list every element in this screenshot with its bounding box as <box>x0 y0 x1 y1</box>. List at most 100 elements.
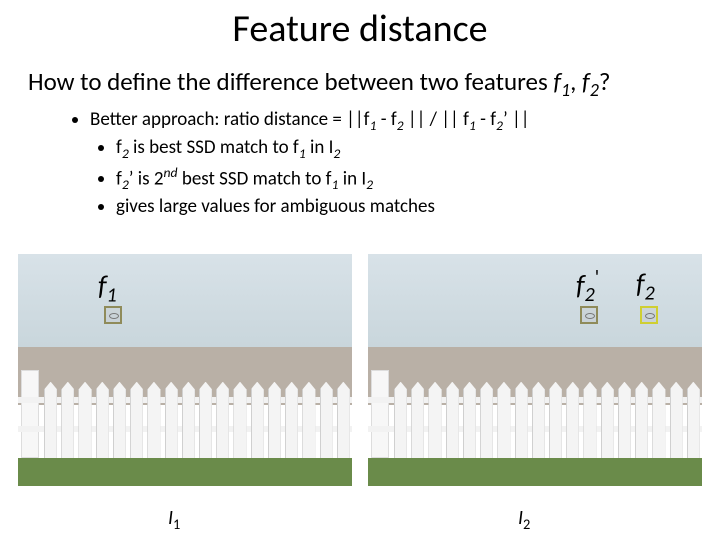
s1c: in I <box>306 136 334 159</box>
bullet-sub1: f2 is best SSD match to f1 in I2 <box>116 135 720 163</box>
fig2-f2prime-label: f2' <box>576 266 599 307</box>
fence-picket <box>394 382 407 459</box>
fence-picket <box>549 382 562 459</box>
s1csub: 2 <box>333 145 340 162</box>
bullet-sub3: gives large values for ambiguous matches <box>116 194 720 220</box>
fence-picket <box>618 382 631 459</box>
fence-picket <box>302 382 315 459</box>
fence-picket <box>96 382 109 459</box>
q-f2: f <box>582 66 590 97</box>
fig2-feature-box-f2prime <box>580 306 598 324</box>
fence-picket <box>130 382 143 459</box>
fig2-caption: I2 <box>518 506 530 533</box>
slide: Feature distance How to define the diffe… <box>0 6 720 540</box>
s2sup: nd <box>164 164 178 181</box>
fence-picket <box>687 382 700 459</box>
bm-prefix: Better approach: ratio distance = ||f <box>90 108 369 131</box>
fence-picket <box>463 382 476 459</box>
bm-prime: ’ || <box>503 108 530 131</box>
f2p-sub: 2 <box>585 283 595 307</box>
f2-sub: 2 <box>645 282 655 306</box>
i2-sub: 2 <box>523 515 530 533</box>
fence-picket <box>199 382 212 459</box>
f2p-sym: f <box>576 267 585 302</box>
eye-icon <box>645 313 655 319</box>
fig1-feature-box <box>104 306 122 324</box>
fence-picket <box>583 382 596 459</box>
slide-title: Feature distance <box>0 6 720 52</box>
fence-picket <box>566 382 579 459</box>
fence-picket <box>320 382 333 459</box>
fig1-grass <box>18 458 352 486</box>
fence-picket <box>497 382 510 459</box>
fig1-caption: I1 <box>168 506 180 533</box>
fig1-f1-label: f1 <box>98 268 117 308</box>
fence-picket <box>601 382 614 459</box>
figure-i1: f1 <box>18 254 352 486</box>
fence-picket <box>113 382 126 459</box>
fence-picket <box>165 382 178 459</box>
fence-picket <box>480 382 493 459</box>
s2dsub: 2 <box>366 176 373 193</box>
fig1-sky <box>18 254 352 347</box>
fence-picket <box>670 382 683 459</box>
fence-picket <box>78 382 91 459</box>
s2c: best SSD match to f <box>178 167 332 190</box>
fence-picket <box>233 382 246 459</box>
s2b: ’ is 2 <box>129 167 164 190</box>
fence-picket <box>44 382 57 459</box>
eye-icon <box>109 313 119 319</box>
fence-picket <box>411 382 424 459</box>
q-mid: , <box>570 66 582 97</box>
q-f2-sub: 2 <box>590 79 599 101</box>
q-suffix: ? <box>599 66 611 97</box>
fence-picket <box>652 382 665 459</box>
bullet-sub2: f2’ is 2nd best SSD match to f1 in I2 <box>116 164 720 195</box>
bm-m1: - f <box>376 108 396 131</box>
bm-m3: - f <box>476 108 496 131</box>
fence-picket <box>446 382 459 459</box>
bm-m2: || / || f <box>404 108 469 131</box>
fence-post <box>371 370 389 458</box>
bm-s3: 1 <box>469 117 476 134</box>
fence-picket <box>515 382 528 459</box>
fence-picket <box>251 382 264 459</box>
figures-row: f1 f2' f2 <box>18 254 702 486</box>
fence-picket <box>428 382 441 459</box>
fig2-f2-label: f2 <box>636 266 655 306</box>
fence-picket <box>147 382 160 459</box>
question-prefix: How to define the difference between two… <box>28 66 553 97</box>
f2-sym: f <box>636 266 645 301</box>
figure-i2: f2' f2 <box>368 254 702 486</box>
bullet-list: Better approach: ratio distance = ||f 1 -… <box>60 107 720 220</box>
s1bsub: 1 <box>299 145 306 162</box>
bullet-main: Better approach: ratio distance = ||f 1 -… <box>90 107 720 220</box>
fence-picket <box>532 382 545 459</box>
fence-picket <box>216 382 229 459</box>
q-f1-sub: 1 <box>561 79 570 101</box>
fig2-feature-box-f2 <box>640 306 658 324</box>
f1-sym: f <box>98 268 107 303</box>
q-f1: f <box>553 66 561 97</box>
question-line: How to define the difference between two… <box>28 66 720 101</box>
f2p-prime: ' <box>595 266 599 290</box>
bm-s4: 2 <box>496 117 503 134</box>
fence-picket <box>268 382 281 459</box>
fence-picket <box>285 382 298 459</box>
s1b: is best SSD match to f <box>129 136 299 159</box>
fence-picket <box>635 382 648 459</box>
i1-sub: 1 <box>173 515 180 533</box>
f1-sub: 1 <box>107 284 117 308</box>
fence-picket <box>182 382 195 459</box>
fig1-fence <box>18 382 352 459</box>
fig2-fence <box>368 382 702 459</box>
bm-s2: 2 <box>397 117 404 134</box>
fence-post <box>21 370 39 458</box>
s2d: in I <box>338 167 366 190</box>
fig2-grass <box>368 458 702 486</box>
s2asub: 2 <box>122 176 129 193</box>
fence-picket <box>337 382 350 459</box>
fence-picket <box>61 382 74 459</box>
s1asub: 2 <box>122 145 129 162</box>
eye-icon <box>585 313 595 319</box>
